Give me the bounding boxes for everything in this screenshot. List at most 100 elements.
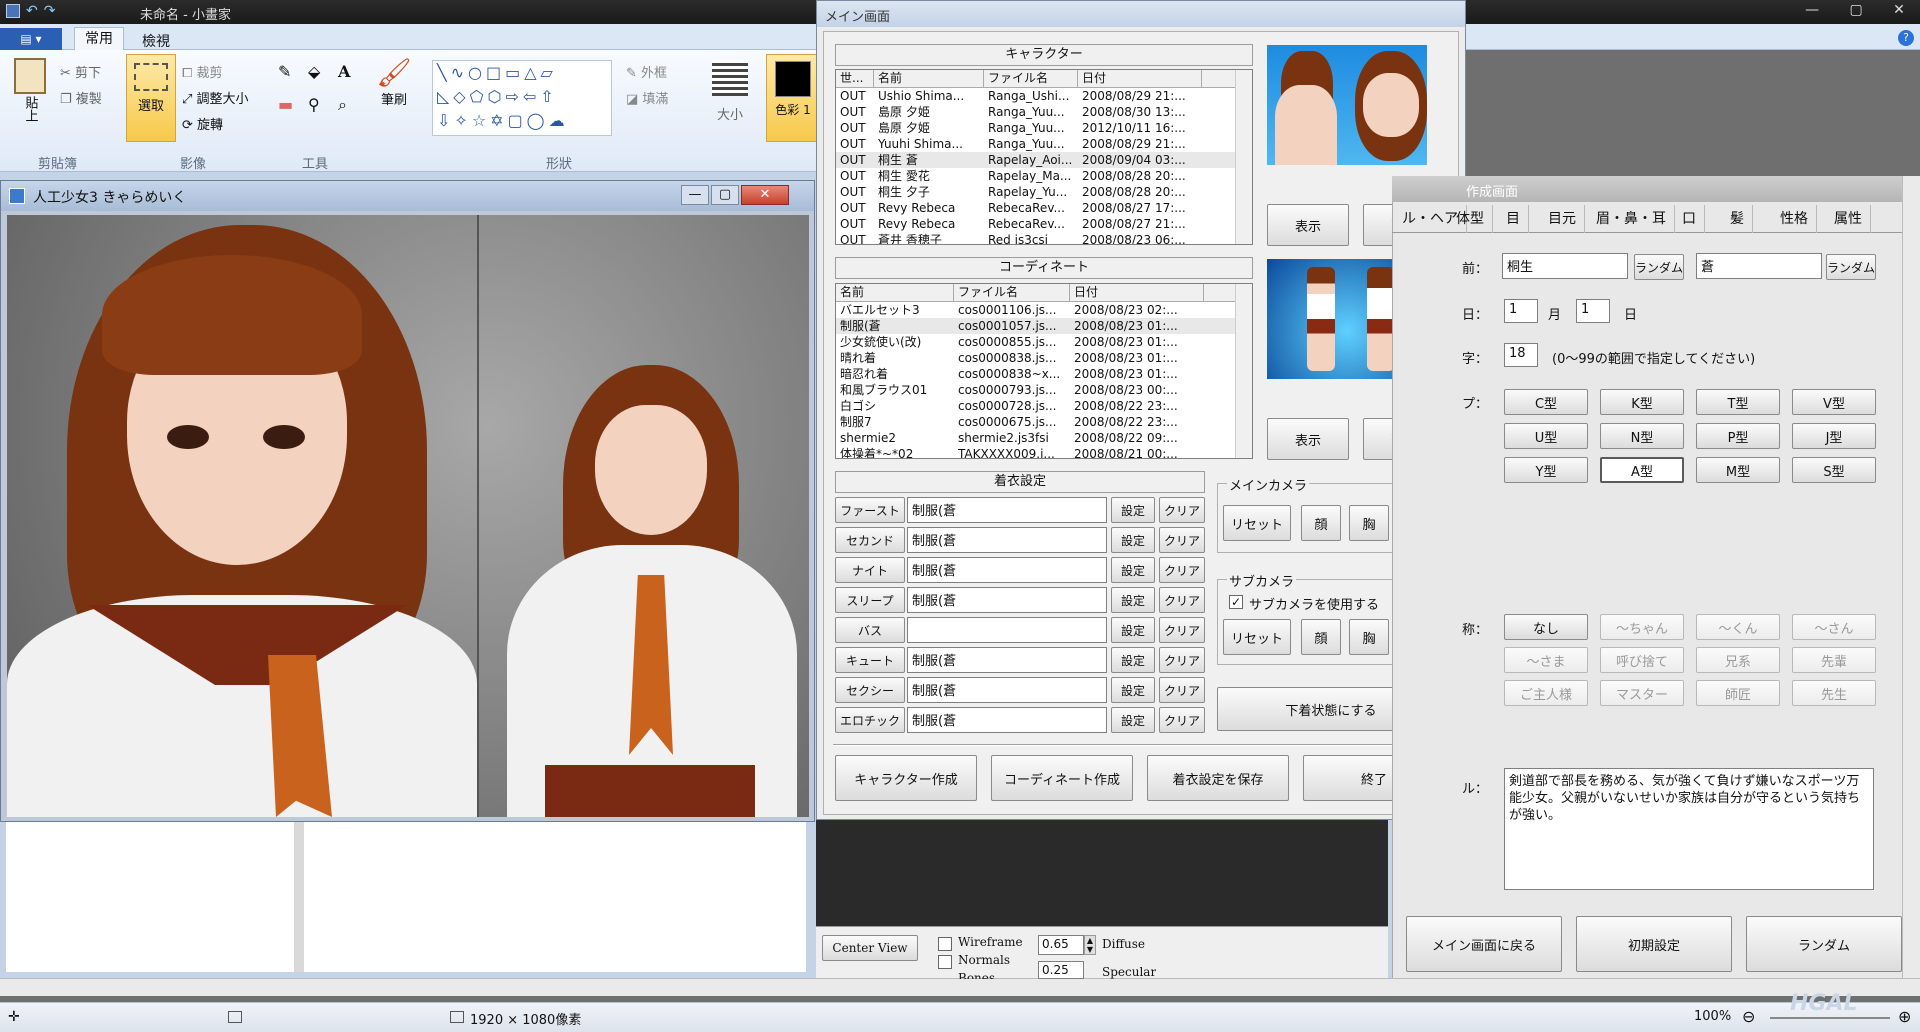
cut-button[interactable]: ✂ 剪下 <box>60 62 101 81</box>
character-show-button[interactable]: 表示 <box>1267 204 1349 246</box>
coordinate-list-scrollbar[interactable] <box>1235 284 1252 458</box>
blood-type-button[interactable]: U型 <box>1504 423 1588 449</box>
tab-5[interactable]: 口 <box>1674 205 1705 233</box>
call-name-button[interactable]: 師匠 <box>1696 680 1780 706</box>
dress-set-button[interactable]: 設定 <box>1111 677 1155 703</box>
profile-textarea[interactable]: 剣道部で部長を務める、気が強くて負けず嫌いなスポーツ万能少女。父親がいないせいか… <box>1504 768 1874 890</box>
rotate-button[interactable]: ⟳ 旋轉 <box>182 114 223 133</box>
main-camera-reset-button[interactable]: リセット <box>1223 505 1291 541</box>
table-row[interactable]: 制服7 cos0000675.js... 2008/08/22 23:... <box>836 414 1252 430</box>
undo-icon[interactable]: ↶ <box>26 4 38 20</box>
pencil-icon[interactable]: ✎ <box>278 62 302 89</box>
save-icon[interactable] <box>6 4 20 18</box>
blood-type-button[interactable]: J型 <box>1792 423 1876 449</box>
diffuse-value[interactable]: 0.65 <box>1038 935 1084 955</box>
magnifier-icon[interactable]: ⌕ <box>338 95 362 123</box>
surname-input[interactable]: 桐生 <box>1502 253 1628 279</box>
call-name-button[interactable]: 〜ちゃん <box>1600 614 1684 640</box>
shapes-gallery[interactable]: ╲∿○□▭△▱ ◺◇⬠⬡⇨⇦⇧ ⇩✧☆✡▢◯☁ <box>432 60 612 136</box>
create-character-button[interactable]: キャラクター作成 <box>835 755 977 801</box>
minimize-icon[interactable]: — <box>1805 0 1819 22</box>
dress-slot-value[interactable] <box>907 617 1107 643</box>
3d-viewport-main[interactable] <box>7 215 809 817</box>
crop-button[interactable]: ⧠ 裁剪 <box>182 62 223 81</box>
table-row[interactable]: 暗忍れ着 cos0000838~x... 2008/08/23 01:... <box>836 366 1252 382</box>
table-row[interactable]: OUT 桐生 蒼 Rapelay_Aoi... 2008/09/04 03:... <box>836 152 1252 168</box>
table-row[interactable]: 体操着*~*02 TAKXXXX009.j... 2008/08/21 00:... <box>836 446 1252 458</box>
blood-type-button[interactable]: C型 <box>1504 389 1588 415</box>
dress-slot-value[interactable]: 制服(蒼 <box>907 647 1107 673</box>
age-input[interactable]: 18 <box>1504 343 1538 367</box>
game-close-button[interactable]: ✕ <box>741 185 789 205</box>
center-view-button[interactable]: Center View <box>822 935 918 961</box>
tab-6[interactable]: 髪 <box>1722 205 1753 233</box>
tab-2[interactable]: 目 <box>1498 205 1529 233</box>
blood-type-button[interactable]: A型 <box>1600 457 1684 483</box>
tab-4[interactable]: 眉・鼻・耳 <box>1588 205 1675 233</box>
save-dress-button[interactable]: 着衣設定を保存 <box>1147 755 1289 801</box>
blood-type-button[interactable]: S型 <box>1792 457 1876 483</box>
tab-7[interactable]: 性格 <box>1772 205 1817 233</box>
given-name-input[interactable]: 蒼 <box>1696 253 1822 279</box>
dress-clear-button[interactable]: クリア <box>1159 527 1205 553</box>
table-row[interactable]: OUT 桐生 愛花 Rapelay_Ma... 2008/08/28 20:... <box>836 168 1252 184</box>
size-button[interactable]: 大小 <box>708 56 752 136</box>
table-row[interactable]: OUT 桐生 夕子 Rapelay_Yu... 2008/08/28 20:... <box>836 184 1252 200</box>
color1-button[interactable]: 色彩 1 <box>766 54 820 142</box>
specular-value[interactable]: 0.25 <box>1038 961 1084 979</box>
game-minimize-button[interactable]: — <box>681 185 709 205</box>
resize-button[interactable]: ⤢ 調整大小 <box>182 88 249 107</box>
maximize-icon[interactable]: ▢ <box>1850 0 1863 22</box>
dress-slot-value[interactable]: 制服(蒼 <box>907 587 1107 613</box>
call-name-button[interactable]: 〜くん <box>1696 614 1780 640</box>
fill-button[interactable]: ◪ 填滿 <box>626 88 668 107</box>
tab-1[interactable]: 体型 <box>1448 205 1493 233</box>
table-row[interactable]: OUT 蒼井 香穂子 Red is3csi 2008/08/23 06:... <box>836 232 1252 244</box>
help-icon[interactable]: ? <box>1898 30 1914 46</box>
picker-icon[interactable]: ⚲ <box>308 95 332 123</box>
blood-type-button[interactable]: P型 <box>1696 423 1780 449</box>
blood-type-button[interactable]: K型 <box>1600 389 1684 415</box>
call-name-button[interactable]: 兄系 <box>1696 647 1780 673</box>
paint-hscroll[interactable] <box>0 978 1920 996</box>
coordinate-list[interactable]: 名前 ファイル名 日付 バエルセット3 cos0001106.js... 2008/… <box>835 283 1253 459</box>
close-icon[interactable]: ✕ <box>1893 0 1905 22</box>
sub-camera-chest-button[interactable]: 胸 <box>1349 619 1389 655</box>
redo-icon[interactable]: ↷ <box>44 4 56 20</box>
dress-slot-value[interactable]: 制服(蒼 <box>907 677 1107 703</box>
dress-clear-button[interactable]: クリア <box>1159 647 1205 673</box>
paste-button[interactable]: 貼上 <box>8 56 52 140</box>
random-button[interactable]: ランダム <box>1746 916 1902 972</box>
blood-type-button[interactable]: T型 <box>1696 389 1780 415</box>
dress-clear-button[interactable]: クリア <box>1159 677 1205 703</box>
create-coordinate-button[interactable]: コーディネート作成 <box>991 755 1133 801</box>
character-list[interactable]: 世... 名前 ファイル名 日付 OUT Ushio Shima... Ranga_… <box>835 69 1253 245</box>
dress-set-button[interactable]: 設定 <box>1111 707 1155 733</box>
table-row[interactable]: 晴れ着 cos0000838.js... 2008/08/23 01:... <box>836 350 1252 366</box>
dress-clear-button[interactable]: クリア <box>1159 497 1205 523</box>
copy-button[interactable]: ❐ 複製 <box>60 88 102 107</box>
normals-checkbox[interactable] <box>938 955 952 969</box>
tab-8[interactable]: 属性 <box>1826 205 1871 233</box>
birth-month-input[interactable]: 1 <box>1504 299 1538 323</box>
blood-type-button[interactable]: M型 <box>1696 457 1780 483</box>
call-name-button[interactable]: 呼び捨て <box>1600 647 1684 673</box>
table-row[interactable]: OUT Yuuhi Shima... Ranga_Yuu... 2008/08/29 … <box>836 136 1252 152</box>
game-maximize-button[interactable]: ▢ <box>711 185 739 205</box>
dress-set-button[interactable]: 設定 <box>1111 527 1155 553</box>
select-button[interactable]: 選取 <box>126 54 176 142</box>
dress-set-button[interactable]: 設定 <box>1111 647 1155 673</box>
zoom-out-icon[interactable]: ⊖ <box>1742 1007 1755 1026</box>
blood-type-button[interactable]: V型 <box>1792 389 1876 415</box>
dress-set-button[interactable]: 設定 <box>1111 497 1155 523</box>
dress-slot-value[interactable]: 制服(蒼 <box>907 557 1107 583</box>
tab-home[interactable]: 常用 <box>74 27 124 51</box>
table-row[interactable]: OUT Ushio Shima... Ranga_Ushi... 2008/08/29… <box>836 88 1252 104</box>
dress-set-button[interactable]: 設定 <box>1111 557 1155 583</box>
call-name-button[interactable]: 〜さま <box>1504 647 1588 673</box>
call-name-button[interactable]: マスター <box>1600 680 1684 706</box>
diffuse-spinner[interactable]: ▲ ▼ <box>1084 935 1096 955</box>
wireframe-checkbox[interactable] <box>938 937 952 951</box>
table-row[interactable]: 白ゴシ cos0000728.js... 2008/08/22 23:... <box>836 398 1252 414</box>
dress-slot-value[interactable]: 制服(蒼 <box>907 527 1107 553</box>
